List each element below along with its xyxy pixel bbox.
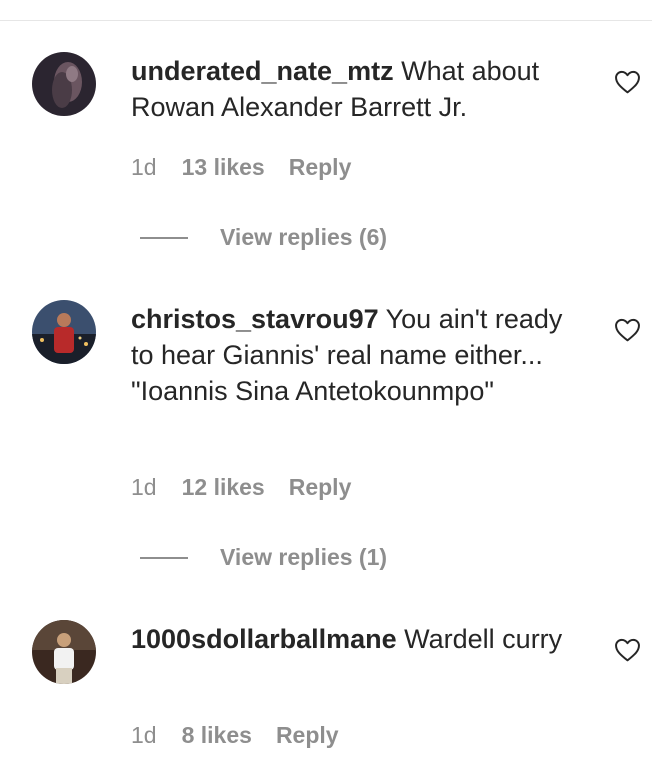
comment-meta: 1d 8 likes Reply bbox=[131, 722, 339, 749]
view-replies-button[interactable]: View replies (6) bbox=[140, 224, 387, 251]
reply-button[interactable]: Reply bbox=[289, 154, 352, 181]
replies-divider-line bbox=[140, 556, 188, 559]
reply-button[interactable]: Reply bbox=[276, 722, 339, 749]
avatar[interactable] bbox=[32, 52, 96, 116]
replies-divider-line bbox=[140, 236, 188, 239]
heart-icon[interactable] bbox=[614, 318, 641, 342]
comment-username[interactable]: underated_nate_mtz bbox=[131, 56, 394, 86]
likes-count[interactable]: 8 likes bbox=[182, 722, 252, 749]
heart-icon[interactable] bbox=[614, 70, 641, 94]
view-replies-label: View replies (6) bbox=[220, 224, 388, 250]
comment-username[interactable]: christos_stavrou97 bbox=[131, 304, 379, 334]
view-replies-button[interactable]: View replies (1) bbox=[140, 544, 387, 571]
comment-body: Wardell curry bbox=[404, 624, 563, 654]
comment-username[interactable]: 1000sdollarballmane bbox=[131, 624, 397, 654]
avatar[interactable] bbox=[32, 300, 96, 364]
heart-icon[interactable] bbox=[614, 638, 641, 662]
view-replies-label: View replies (1) bbox=[220, 544, 388, 570]
top-divider bbox=[0, 20, 652, 21]
comment-text: underated_nate_mtz What about Rowan Alex… bbox=[131, 53, 581, 125]
avatar[interactable] bbox=[32, 620, 96, 684]
comment-text: 1000sdollarballmane Wardell curry bbox=[131, 621, 581, 657]
comment-text: christos_stavrou97 You ain't ready to he… bbox=[131, 301, 581, 409]
reply-button[interactable]: Reply bbox=[289, 474, 352, 501]
comment-meta: 1d 13 likes Reply bbox=[131, 154, 351, 181]
likes-count[interactable]: 12 likes bbox=[182, 474, 265, 501]
comment-meta: 1d 12 likes Reply bbox=[131, 474, 351, 501]
likes-count[interactable]: 13 likes bbox=[182, 154, 265, 181]
comment-timestamp: 1d bbox=[131, 722, 157, 748]
comment-timestamp: 1d bbox=[131, 154, 157, 180]
comment-timestamp: 1d bbox=[131, 474, 157, 500]
